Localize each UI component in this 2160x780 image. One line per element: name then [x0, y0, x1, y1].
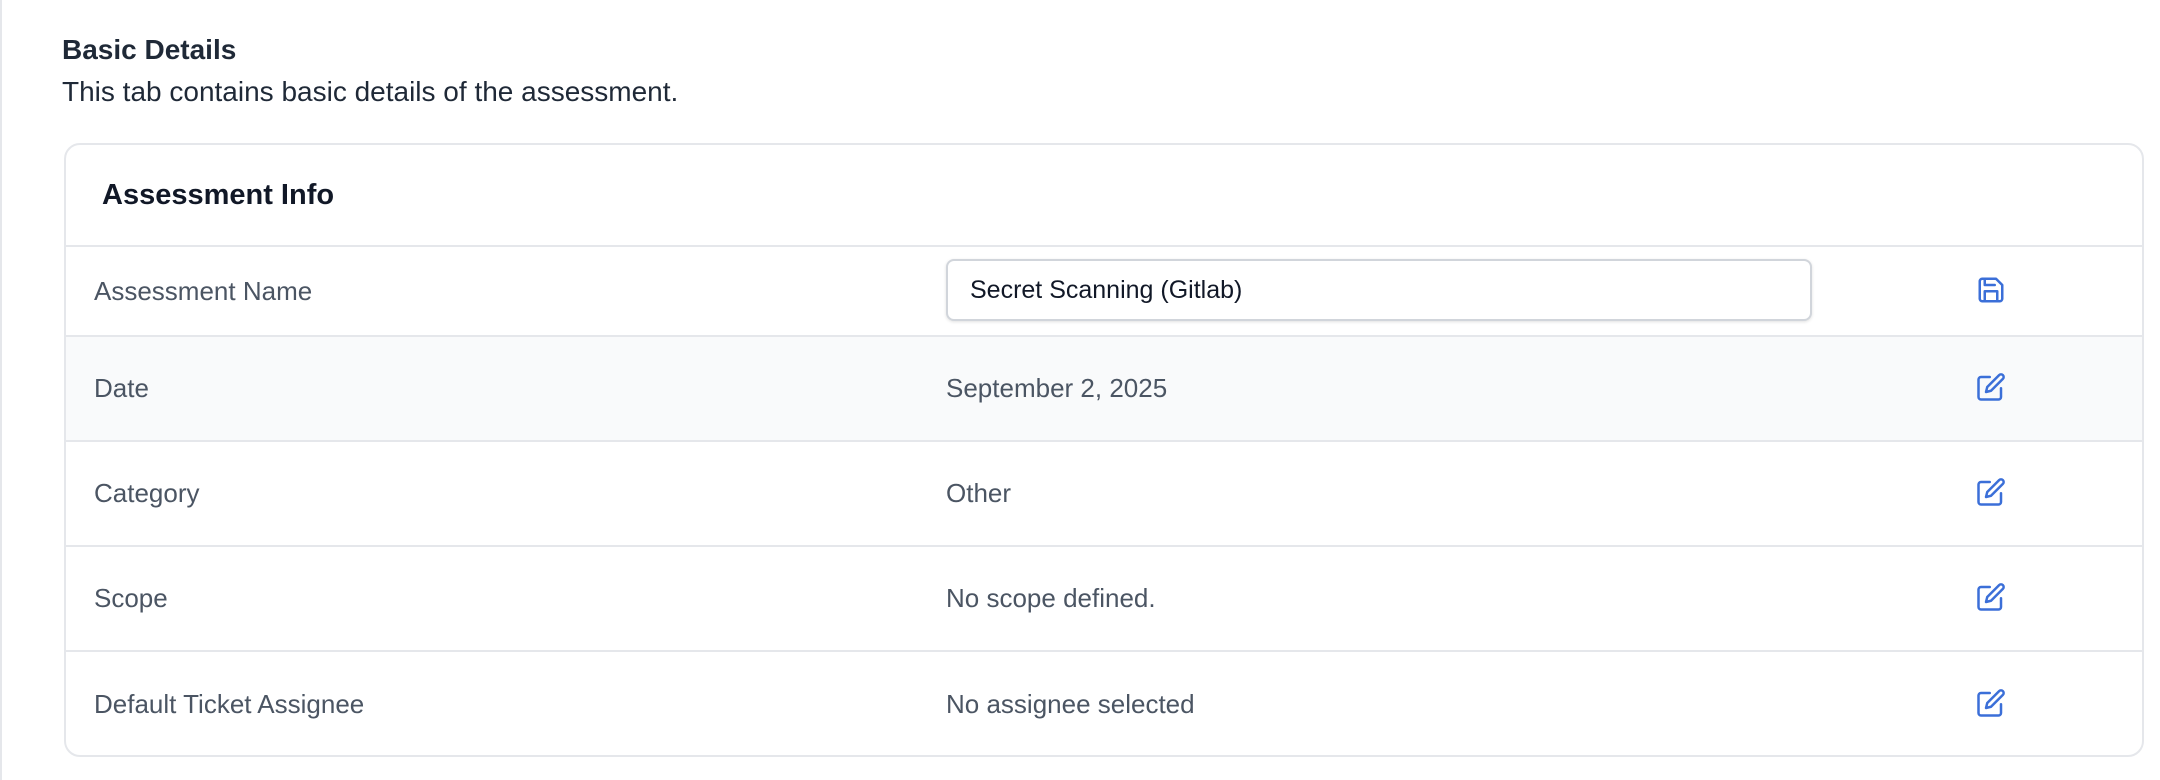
assessment-info-card: Assessment Info Assessment Name Date Sep…: [64, 143, 2144, 757]
edit-assignee-button[interactable]: [1971, 685, 2011, 725]
edit-date-button[interactable]: [1971, 369, 2011, 409]
default-ticket-assignee-value: No assignee selected: [946, 689, 1195, 719]
row-date: Date September 2, 2025: [66, 337, 2142, 442]
section-header: Basic Details This tab contains basic de…: [62, 32, 678, 110]
scope-label: Scope: [94, 583, 168, 613]
save-icon: [1976, 275, 2006, 308]
card-title: Assessment Info: [102, 178, 335, 211]
category-label: Category: [94, 478, 200, 508]
section-description: This tab contains basic details of the a…: [62, 76, 679, 107]
row-default-ticket-assignee: Default Ticket Assignee No assignee sele…: [66, 652, 2142, 755]
category-value: Other: [946, 478, 1012, 508]
row-assessment-name: Assessment Name: [66, 247, 2142, 337]
card-header: Assessment Info: [66, 145, 2142, 247]
date-value: September 2, 2025: [946, 373, 1168, 403]
default-ticket-assignee-label: Default Ticket Assignee: [94, 689, 365, 719]
assessment-name-input[interactable]: [946, 259, 1812, 321]
page: Basic Details This tab contains basic de…: [0, 0, 2160, 780]
edit-scope-button[interactable]: [1971, 579, 2011, 619]
edit-icon: [1976, 582, 2006, 615]
assessment-name-label: Assessment Name: [94, 275, 313, 306]
edit-category-button[interactable]: [1971, 474, 2011, 514]
section-title: Basic Details: [62, 34, 237, 65]
date-label: Date: [94, 373, 149, 403]
edit-icon: [1976, 477, 2006, 510]
row-category: Category Other: [66, 442, 2142, 547]
row-scope: Scope No scope defined.: [66, 547, 2142, 652]
edit-icon: [1976, 372, 2006, 405]
save-button[interactable]: [1971, 271, 2011, 311]
edit-icon: [1976, 688, 2006, 721]
scope-value: No scope defined.: [946, 583, 1156, 613]
